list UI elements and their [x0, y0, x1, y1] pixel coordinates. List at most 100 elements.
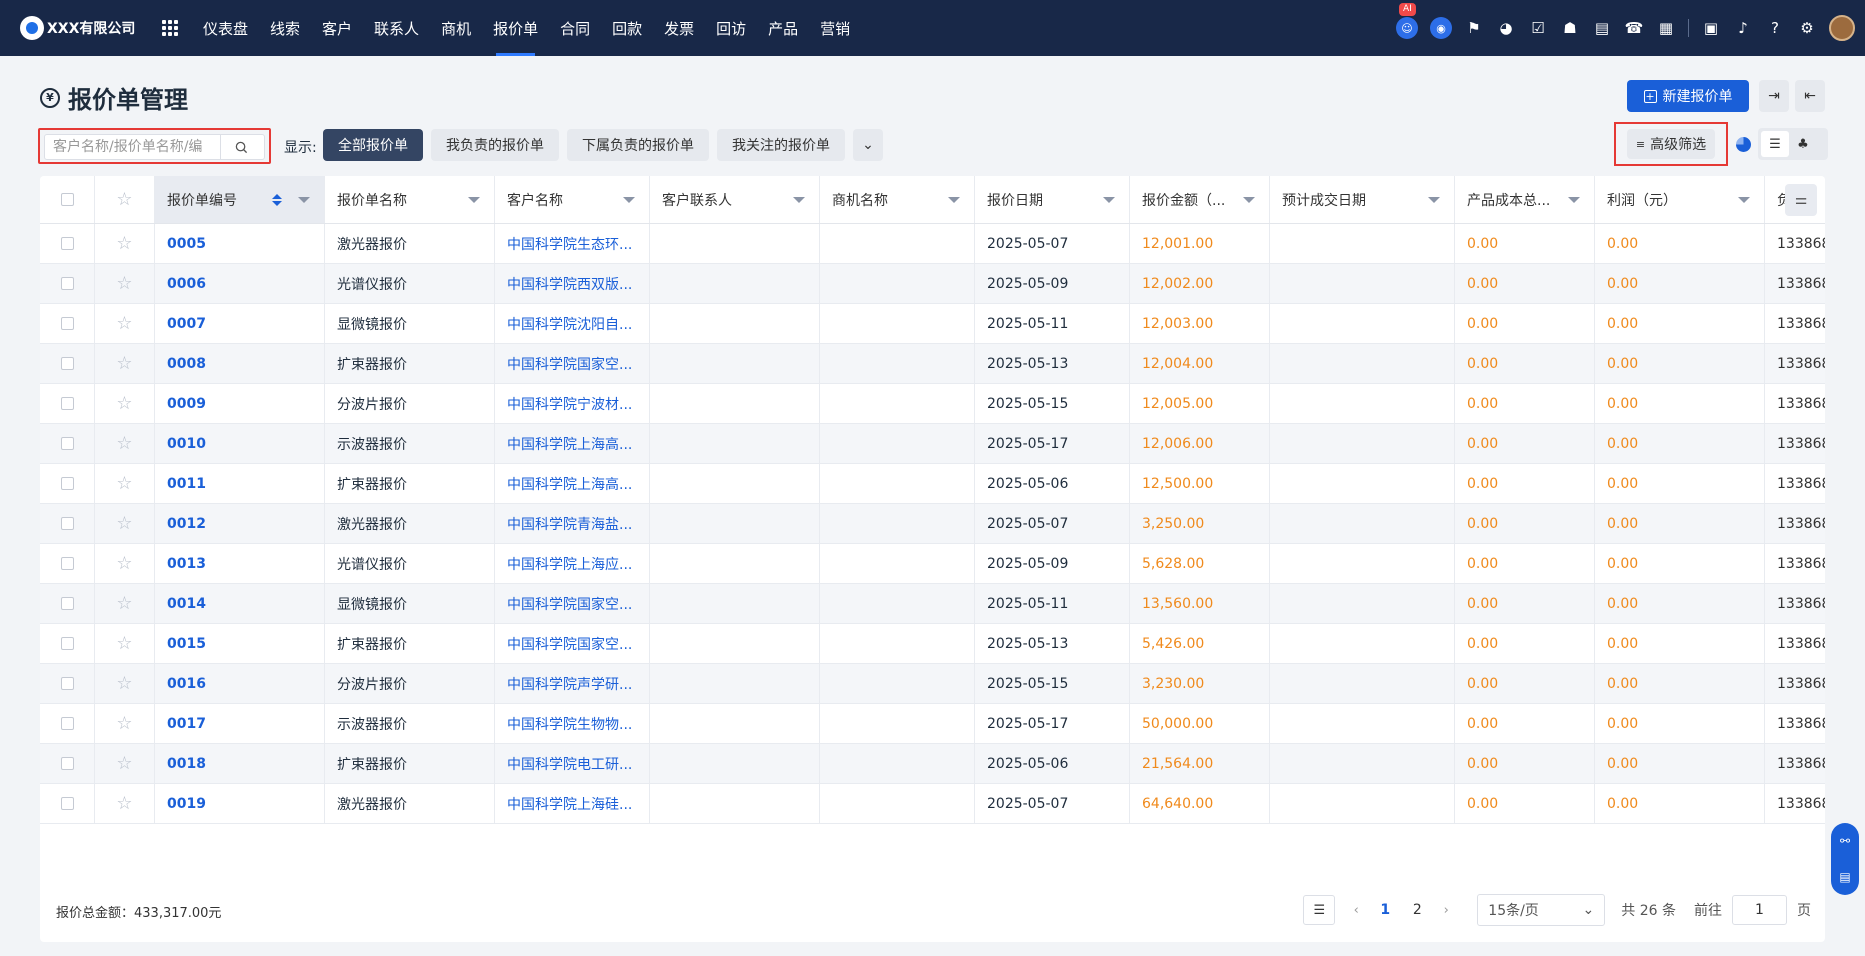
more-chips-button[interactable]: ⌄ — [853, 129, 883, 161]
row-checkbox[interactable] — [60, 517, 74, 530]
row-checkbox[interactable] — [60, 357, 74, 370]
quote-no-link[interactable]: 0013 — [167, 556, 206, 572]
customer-link[interactable]: 中国科学院国家空... — [507, 634, 632, 654]
star-icon[interactable]: ☆ — [116, 514, 132, 533]
column-filter-icon[interactable] — [468, 196, 480, 203]
star-icon[interactable]: ☆ — [116, 274, 132, 293]
customer-link[interactable]: 中国科学院上海硅... — [507, 794, 632, 814]
customer-link[interactable]: 中国科学院上海应... — [507, 554, 632, 574]
page-1[interactable]: 1 — [1369, 902, 1401, 918]
nav-item-11[interactable]: 营销 — [809, 0, 861, 56]
col-quote-date[interactable]: 报价日期 — [975, 176, 1130, 223]
robot-icon[interactable]: ☺ AI — [1396, 3, 1418, 39]
chip-all-quotes[interactable]: 全部报价单 — [323, 129, 423, 161]
new-quote-button[interactable]: + 新建报价单 — [1627, 80, 1749, 112]
nav-item-4[interactable]: 商机 — [430, 0, 482, 56]
chip-followed-quotes[interactable]: 我关注的报价单 — [717, 129, 845, 161]
chip-subordinate-quotes[interactable]: 下属负责的报价单 — [567, 129, 709, 161]
tree-view-button[interactable]: ♣ — [1789, 131, 1817, 157]
star-icon[interactable]: ☆ — [116, 434, 132, 453]
company-logo[interactable]: XXX有限公司 — [20, 16, 140, 40]
quote-no-link[interactable]: 0007 — [167, 316, 206, 332]
quote-no-link[interactable]: 0014 — [167, 596, 206, 612]
nav-item-10[interactable]: 产品 — [757, 0, 809, 56]
column-settings-button[interactable]: ⚌ — [1785, 184, 1817, 216]
star-icon[interactable]: ☆ — [116, 314, 132, 333]
quote-no-link[interactable]: 0009 — [167, 396, 206, 412]
table-row[interactable]: ☆ 0009 分波片报价 中国科学院宁波材... 2025-05-15 12,005.00… — [40, 384, 1825, 424]
nav-item-1[interactable]: 线索 — [259, 0, 311, 56]
col-customer[interactable]: 客户名称 — [495, 176, 650, 223]
goto-page-input[interactable]: 1 — [1732, 895, 1787, 925]
document-icon[interactable]: ▤ — [1592, 18, 1612, 38]
col-product-cost[interactable]: 产品成本总... — [1455, 176, 1595, 223]
column-filter-icon[interactable] — [793, 196, 805, 203]
sort-icon[interactable] — [272, 193, 282, 206]
table-row[interactable]: ☆ 0011 扩束器报价 中国科学院上海高... 2025-05-06 12,500.00… — [40, 464, 1825, 504]
phone-icon[interactable]: ☎ — [1624, 18, 1644, 38]
page-menu-button[interactable]: ☰ — [1303, 895, 1336, 925]
advanced-filter-button[interactable]: ≡ 高级筛选 — [1627, 129, 1715, 159]
prev-page-icon[interactable]: ‹ — [1343, 903, 1369, 918]
quote-no-link[interactable]: 0019 — [167, 796, 206, 812]
customer-link[interactable]: 中国科学院上海高... — [507, 474, 632, 494]
customer-link[interactable]: 中国科学院电工研... — [507, 754, 632, 774]
row-checkbox[interactable] — [60, 277, 74, 290]
nav-item-2[interactable]: 客户 — [311, 0, 363, 56]
search-input[interactable] — [45, 135, 220, 159]
nav-item-7[interactable]: 回款 — [601, 0, 653, 56]
row-checkbox[interactable] — [60, 597, 74, 610]
chat-icon[interactable]: ◉ — [1430, 17, 1452, 39]
column-filter-icon[interactable] — [1243, 196, 1255, 203]
table-row[interactable]: ☆ 0005 激光器报价 中国科学院生态环... 2025-05-07 12,001.00… — [40, 224, 1825, 264]
report-icon[interactable]: ▣ — [1701, 18, 1721, 38]
star-icon[interactable]: ☆ — [116, 674, 132, 693]
calendar-check-icon[interactable]: ☑ — [1528, 18, 1548, 38]
col-profit[interactable]: 利润（元） — [1595, 176, 1765, 223]
quote-no-link[interactable]: 0012 — [167, 516, 206, 532]
nav-item-5[interactable]: 报价单 — [482, 0, 549, 56]
bell-icon[interactable]: ♪ — [1733, 18, 1753, 38]
column-filter-icon[interactable] — [623, 196, 635, 203]
column-filter-icon[interactable] — [298, 196, 310, 203]
table-row[interactable]: ☆ 0012 激光器报价 中国科学院青海盐... 2025-05-07 3,250.00 0… — [40, 504, 1825, 544]
row-checkbox[interactable] — [60, 677, 74, 690]
nav-item-3[interactable]: 联系人 — [363, 0, 430, 56]
chip-my-quotes[interactable]: 我负责的报价单 — [431, 129, 559, 161]
customer-link[interactable]: 中国科学院西双版... — [507, 274, 632, 294]
settings-icon[interactable]: ⚙ — [1797, 18, 1817, 38]
star-icon[interactable]: ☆ — [116, 634, 132, 653]
nav-item-8[interactable]: 发票 — [653, 0, 705, 56]
star-icon[interactable]: ☆ — [116, 354, 132, 373]
share-icon[interactable]: ⚯ — [1840, 834, 1850, 848]
col-contact[interactable]: 客户联系人 — [650, 176, 820, 223]
row-checkbox[interactable] — [60, 557, 74, 570]
nav-item-6[interactable]: 合同 — [549, 0, 601, 56]
calendar-icon[interactable]: ▦ — [1656, 18, 1676, 38]
customer-link[interactable]: 中国科学院沈阳自... — [507, 314, 632, 334]
col-quote-name[interactable]: 报价单名称 — [325, 176, 495, 223]
pie-chart-icon[interactable] — [1736, 137, 1751, 152]
globe-icon[interactable]: ◕ — [1496, 18, 1516, 38]
export-button[interactable]: ⇤ — [1795, 80, 1825, 112]
star-icon[interactable]: ☆ — [116, 714, 132, 733]
import-button[interactable]: ⇥ — [1759, 80, 1789, 112]
row-checkbox[interactable] — [60, 397, 74, 410]
table-row[interactable]: ☆ 0015 扩束器报价 中国科学院国家空... 2025-05-13 5,426.00 0… — [40, 624, 1825, 664]
star-icon[interactable]: ☆ — [116, 234, 132, 253]
table-row[interactable]: ☆ 0017 示波器报价 中国科学院生物物... 2025-05-17 50,000.00… — [40, 704, 1825, 744]
user-icon[interactable]: ☗ — [1560, 18, 1580, 38]
select-all-checkbox[interactable] — [60, 193, 74, 206]
quote-no-link[interactable]: 0011 — [167, 476, 206, 492]
table-row[interactable]: ☆ 0007 显微镜报价 中国科学院沈阳自... 2025-05-11 12,003.00… — [40, 304, 1825, 344]
search-button[interactable] — [220, 135, 262, 159]
table-row[interactable]: ☆ 0006 光谱仪报价 中国科学院西双版... 2025-05-09 12,002.00… — [40, 264, 1825, 304]
col-quote-no[interactable]: 报价单编号 — [155, 176, 325, 223]
star-icon[interactable]: ☆ — [116, 554, 132, 573]
user-avatar[interactable] — [1829, 15, 1855, 41]
note-icon[interactable]: ▤ — [1839, 870, 1850, 884]
table-row[interactable]: ☆ 0008 扩束器报价 中国科学院国家空... 2025-05-13 12,004.00… — [40, 344, 1825, 384]
column-filter-icon[interactable] — [1568, 196, 1580, 203]
quote-no-link[interactable]: 0016 — [167, 676, 206, 692]
quote-no-link[interactable]: 0006 — [167, 276, 206, 292]
